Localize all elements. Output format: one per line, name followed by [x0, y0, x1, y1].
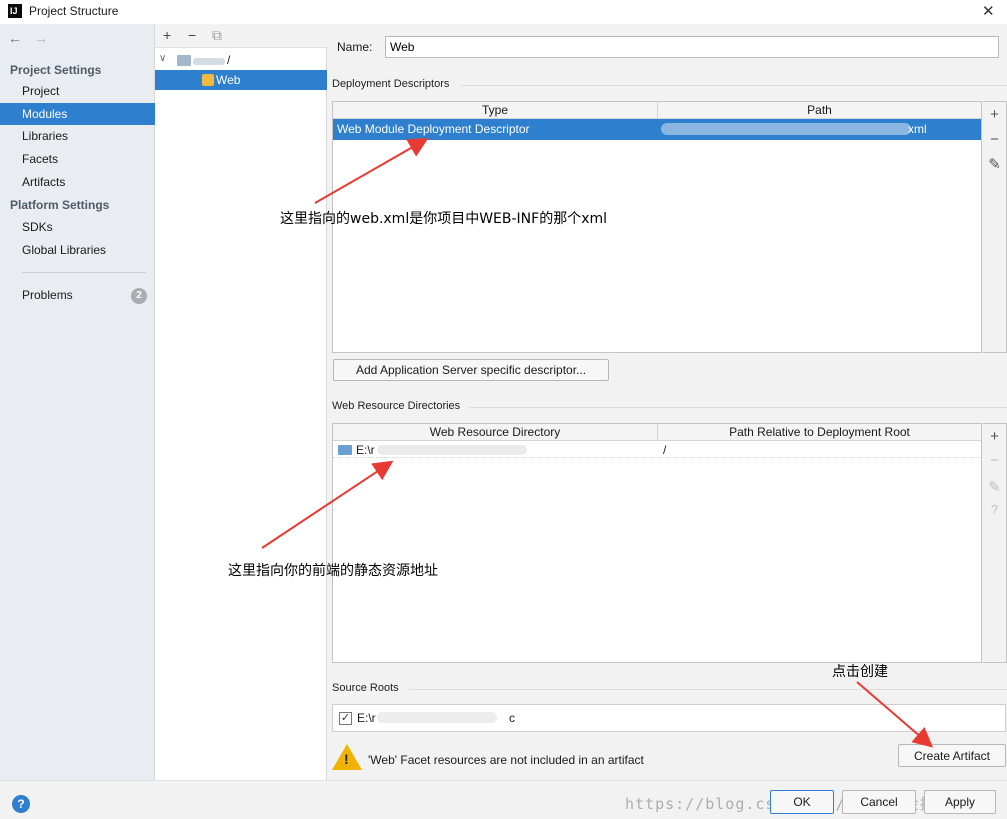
nav-item-artifacts[interactable]: Artifacts: [0, 171, 155, 193]
name-label: Name:: [337, 40, 373, 54]
table-header: Web Resource Directory Path Relative to …: [333, 424, 981, 441]
resource-side-toolbar: + − ✎ ?: [983, 423, 1007, 663]
dialog-footer: ? https://blog.csdn.net/@稀土掘金技术社区 OK Can…: [0, 780, 1007, 819]
add-icon[interactable]: +: [983, 428, 1006, 445]
remove-icon[interactable]: −: [983, 452, 1006, 469]
warning-message: 'Web' Facet resources are not included i…: [368, 753, 644, 767]
source-root-path: E:\r: [357, 711, 376, 725]
edit-pencil-icon[interactable]: ✎: [983, 155, 1006, 173]
title-bar: IJ Project Structure ✕: [0, 0, 1007, 24]
intellij-logo-icon: IJ: [8, 4, 22, 18]
column-header-relative-path[interactable]: Path Relative to Deployment Root: [658, 425, 981, 440]
nav-item-libraries[interactable]: Libraries: [0, 125, 155, 147]
add-server-descriptor-button[interactable]: Add Application Server specific descript…: [333, 359, 609, 381]
descriptor-side-toolbar: + − ✎: [983, 101, 1007, 353]
nav-item-global-libraries[interactable]: Global Libraries: [0, 239, 155, 261]
section-divider: [409, 689, 1007, 690]
remove-icon[interactable]: −: [983, 131, 1006, 148]
web-facet-icon: [202, 74, 214, 86]
tree-node-module[interactable]: ∨ /: [155, 52, 327, 70]
deployment-descriptors-table: Type Path Web Module Deployment Descript…: [332, 101, 982, 353]
cancel-button[interactable]: Cancel: [842, 790, 916, 814]
help-icon[interactable]: ?: [983, 502, 1006, 517]
web-resource-directories-label: Web Resource Directories: [332, 400, 461, 412]
column-header-path[interactable]: Path: [658, 103, 981, 118]
source-root-path-suffix: c: [509, 711, 515, 725]
resource-directory-path: E:\r: [356, 443, 375, 457]
edit-pencil-icon[interactable]: ✎: [983, 478, 1006, 496]
table-row[interactable]: E:\r /: [333, 441, 981, 458]
warning-exclamation: !: [344, 751, 349, 767]
nav-item-facets[interactable]: Facets: [0, 148, 155, 170]
source-root-path-redacted: [377, 712, 497, 723]
source-roots-label: Source Roots: [332, 682, 399, 694]
module-name-suffix: /: [227, 53, 231, 67]
column-header-type[interactable]: Type: [333, 103, 657, 118]
module-name-redacted: [193, 58, 225, 65]
tree-node-web-facet[interactable]: Web: [155, 70, 327, 90]
source-root-checkbox[interactable]: ✓: [339, 712, 352, 725]
tree-toolbar: + − ⧉: [155, 24, 327, 48]
nav-divider: [22, 272, 146, 273]
module-folder-icon: [177, 55, 191, 66]
resource-directory-redacted: [377, 445, 527, 455]
folder-icon: [338, 445, 352, 455]
nav-item-modules[interactable]: Modules: [0, 103, 155, 125]
help-icon[interactable]: ?: [12, 795, 30, 813]
table-header: Type Path: [333, 102, 981, 119]
column-header-web-resource-directory[interactable]: Web Resource Directory: [333, 425, 657, 440]
section-divider: [461, 85, 1007, 86]
web-resource-directories-table: Web Resource Directory Path Relative to …: [332, 423, 982, 663]
remove-icon[interactable]: −: [188, 27, 196, 43]
tree-node-label: Web: [216, 73, 241, 87]
platform-settings-heading: Platform Settings: [10, 198, 110, 212]
chevron-down-icon[interactable]: ∨: [159, 53, 166, 64]
name-input[interactable]: [385, 36, 999, 58]
add-icon[interactable]: +: [163, 27, 171, 43]
back-arrow-icon[interactable]: ←: [8, 30, 22, 46]
descriptor-path-suffix: xml: [908, 122, 927, 136]
deployment-descriptors-label: Deployment Descriptors: [332, 78, 450, 90]
copy-icon[interactable]: ⧉: [212, 27, 222, 44]
window-title: Project Structure: [29, 4, 119, 18]
create-artifact-button[interactable]: Create Artifact: [898, 744, 1006, 767]
close-icon[interactable]: ✕: [982, 2, 995, 20]
settings-nav: ← → Project Settings Project Modules Lib…: [0, 24, 155, 780]
descriptor-type: Web Module Deployment Descriptor: [337, 122, 530, 136]
descriptor-path-redacted: [661, 123, 911, 135]
facet-editor: Name: Deployment Descriptors Type Path W…: [327, 24, 1007, 780]
problems-count-badge: 2: [131, 288, 147, 304]
add-icon[interactable]: +: [983, 106, 1006, 123]
relative-path-value: /: [663, 443, 667, 457]
module-tree: + − ⧉ ∨ / Web: [155, 24, 327, 780]
apply-button[interactable]: Apply: [924, 790, 996, 814]
nav-item-sdks[interactable]: SDKs: [0, 216, 155, 238]
nav-item-project[interactable]: Project: [0, 80, 155, 102]
ok-button[interactable]: OK: [770, 790, 834, 814]
forward-arrow-icon[interactable]: →: [34, 30, 48, 46]
project-settings-heading: Project Settings: [10, 63, 102, 77]
source-roots-list: ✓ E:\r c: [332, 704, 1006, 732]
table-row[interactable]: Web Module Deployment Descriptor xml: [333, 119, 981, 140]
section-divider: [469, 407, 1007, 408]
